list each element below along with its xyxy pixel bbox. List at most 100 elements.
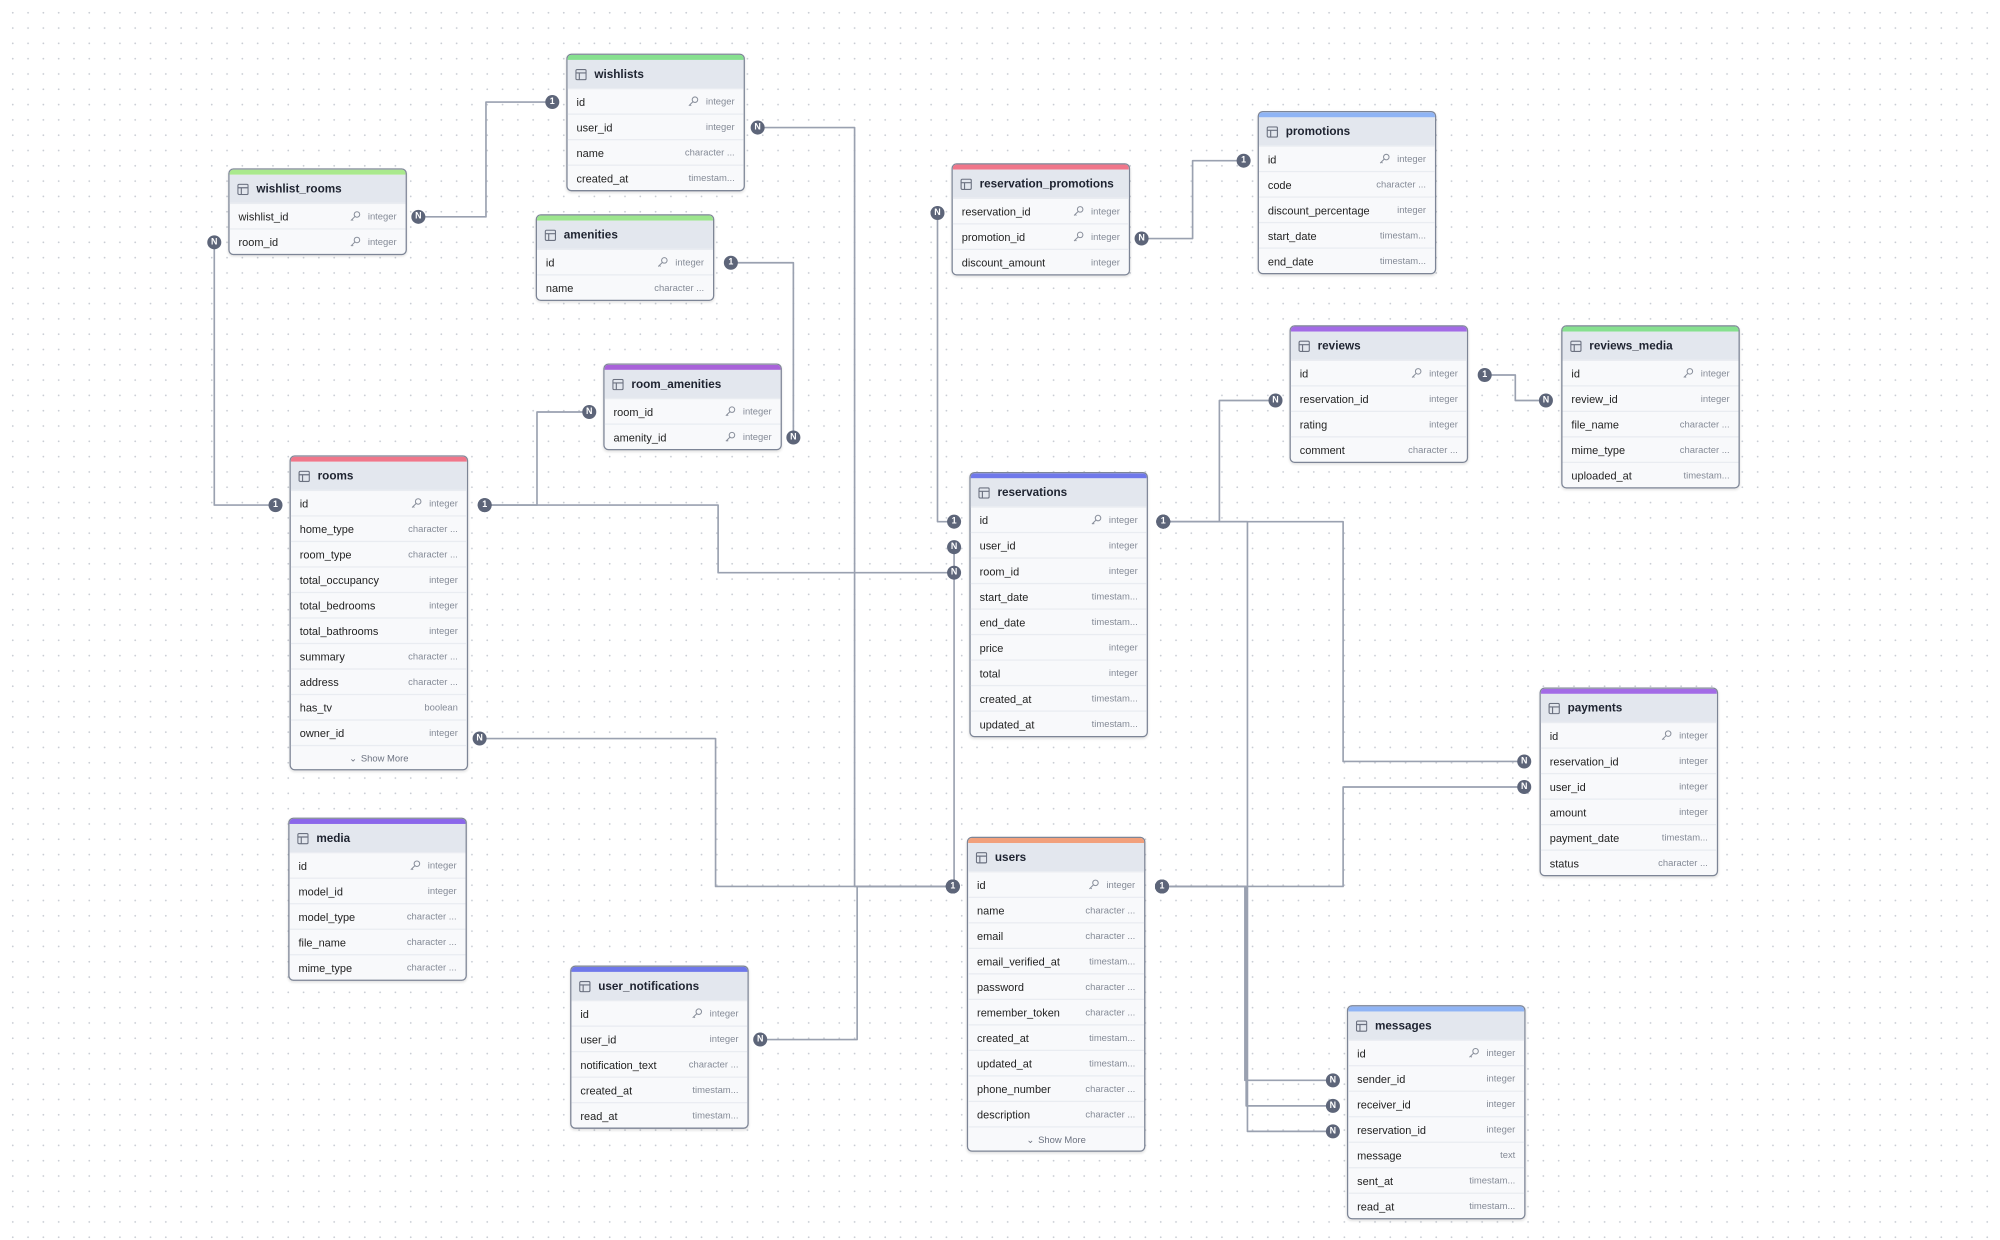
field-row[interactable]: promotion_id integer (952, 223, 1129, 249)
relation-line[interactable] (479, 737, 953, 888)
table-header[interactable]: media (289, 823, 466, 853)
table-header[interactable]: reviews (1290, 331, 1467, 360)
table-header[interactable]: rooms (290, 461, 467, 490)
table-header[interactable]: reservations (970, 478, 1147, 507)
field-row[interactable]: reservation_id integer (952, 197, 1129, 224)
field-row[interactable]: owner_id integer (290, 719, 467, 745)
table-header[interactable]: reviews_media (1562, 331, 1739, 360)
field-row[interactable]: user_id integer (571, 1025, 748, 1052)
table-reservations[interactable]: reservations id integer user_id integer room_… (969, 471, 1148, 738)
relation-line[interactable] (418, 101, 553, 218)
relation-line[interactable] (1163, 399, 1276, 523)
field-row[interactable]: id integer (571, 999, 748, 1026)
table-header[interactable]: reservation_promotions (952, 169, 1129, 198)
field-row[interactable]: rating integer (1290, 410, 1467, 437)
table-messages[interactable]: messages id integer sender_id integer receive… (1346, 1005, 1526, 1220)
table-room-amenities[interactable]: room_amenities room_id integer amenity_id in… (603, 363, 782, 451)
field-row[interactable]: start_date timestam... (970, 582, 1147, 609)
field-row[interactable]: id integer (1348, 1039, 1525, 1066)
table-rooms[interactable]: rooms id integer home_type character ... room… (289, 455, 469, 771)
field-row[interactable]: id integer (1562, 359, 1739, 386)
field-row[interactable]: email_verified_at timestam... (968, 947, 1145, 974)
table-payments[interactable]: payments id integer reservation_id integer us… (1539, 687, 1719, 877)
field-row[interactable]: name character ... (968, 896, 1145, 923)
field-row[interactable]: description character ... (968, 1100, 1145, 1127)
field-row[interactable]: id integer (970, 506, 1147, 532)
field-row[interactable]: user_id integer (970, 531, 1147, 558)
field-row[interactable]: code character ... (1258, 170, 1435, 197)
field-row[interactable]: end_date timestam... (1258, 247, 1435, 273)
relation-line[interactable] (757, 126, 953, 888)
field-row[interactable]: read_at timestam... (1348, 1192, 1525, 1219)
field-row[interactable]: id integer (1540, 721, 1717, 748)
field-row[interactable]: payment_date timestam... (1540, 823, 1717, 850)
field-row[interactable]: discount_amount integer (952, 248, 1129, 275)
field-row[interactable]: phone_number character ... (968, 1075, 1145, 1101)
field-row[interactable]: user_id integer (567, 113, 744, 140)
field-row[interactable]: price integer (970, 633, 1147, 660)
field-row[interactable]: room_id integer (970, 557, 1147, 583)
field-row[interactable]: mime_type character ... (289, 954, 466, 980)
field-row[interactable]: name character ... (536, 274, 714, 300)
field-row[interactable]: reservation_id integer (1348, 1116, 1525, 1142)
table-media[interactable]: media id integer model_id integer model_type c… (288, 817, 467, 981)
table-amenities[interactable]: amenities id integer name character ... (535, 214, 715, 302)
field-row[interactable]: remember_token character ... (968, 998, 1145, 1025)
table-users[interactable]: users id integer name character ... email char… (966, 836, 1146, 1152)
field-row[interactable]: file_name character ... (1562, 410, 1739, 437)
field-row[interactable]: created_at timestam... (571, 1076, 748, 1103)
field-row[interactable]: updated_at timestam... (970, 710, 1147, 736)
field-row[interactable]: mime_type character ... (1562, 436, 1739, 462)
field-row[interactable]: home_type character ... (290, 515, 467, 541)
field-row[interactable]: total_occupancy integer (290, 566, 467, 592)
field-row[interactable]: read_at timestam... (571, 1102, 748, 1128)
field-row[interactable]: room_type character ... (290, 540, 467, 567)
field-row[interactable]: end_date timestam... (970, 608, 1147, 634)
table-wishlist-rooms[interactable]: wishlist_rooms wishlist_id integer room_id i… (228, 168, 407, 256)
relation-line[interactable] (1484, 374, 1546, 402)
relation-line[interactable] (1161, 786, 1525, 888)
table-header[interactable]: wishlists (567, 59, 744, 89)
field-row[interactable]: total_bathrooms integer (290, 617, 467, 643)
field-row[interactable]: sender_id integer (1348, 1065, 1525, 1091)
field-row[interactable]: created_at timestam... (970, 684, 1147, 711)
field-row[interactable]: wishlist_id integer (229, 202, 406, 229)
field-row[interactable]: uploaded_at timestam... (1562, 461, 1739, 488)
relation-line[interactable] (1163, 520, 1333, 1133)
field-row[interactable]: comment character ... (1290, 436, 1467, 462)
field-row[interactable]: reservation_id integer (1290, 385, 1467, 411)
field-row[interactable]: id integer (968, 871, 1145, 897)
table-wishlists[interactable]: wishlists id integer user_id integer name char… (566, 53, 745, 192)
field-row[interactable]: total_bedrooms integer (290, 591, 467, 618)
field-row[interactable]: id integer (290, 489, 467, 516)
field-row[interactable]: created_at timestam... (968, 1024, 1145, 1050)
table-header[interactable]: room_amenities (604, 369, 781, 398)
field-row[interactable]: updated_at timestam... (968, 1049, 1145, 1076)
table-header[interactable]: amenities (536, 220, 714, 249)
field-row[interactable]: discount_percentage integer (1258, 196, 1435, 222)
field-row[interactable]: password character ... (968, 973, 1145, 999)
field-row[interactable]: model_id integer (289, 877, 466, 904)
table-header[interactable]: users (968, 843, 1145, 872)
table-reviews[interactable]: reviews id integer reservation_id integer rat… (1289, 325, 1469, 464)
table-reviews-media[interactable]: reviews_media id integer review_id integer fi… (1561, 325, 1740, 489)
table-header[interactable]: user_notifications (571, 971, 748, 1000)
field-row[interactable]: message text (1348, 1141, 1525, 1168)
field-row[interactable]: start_date timestam... (1258, 221, 1435, 248)
table-header[interactable]: promotions (1258, 117, 1435, 146)
field-row[interactable]: sent_at timestam... (1348, 1167, 1525, 1193)
field-row[interactable]: id integer (1290, 359, 1467, 386)
field-row[interactable]: notification_text character ... (571, 1051, 748, 1077)
field-row[interactable]: has_tv boolean (290, 693, 467, 720)
relation-line[interactable] (1141, 159, 1244, 240)
field-row[interactable]: amount integer (1540, 798, 1717, 824)
field-row[interactable]: file_name character ... (289, 928, 466, 955)
field-row[interactable]: name character ... (567, 139, 744, 165)
field-row[interactable]: model_type character ... (289, 903, 466, 929)
table-header[interactable]: payments (1540, 693, 1717, 722)
relation-line[interactable] (760, 885, 953, 1041)
relation-line[interactable] (213, 242, 276, 506)
field-row[interactable]: total integer (970, 659, 1147, 685)
table-reservation-promotions[interactable]: reservation_promotions reservation_id inte… (951, 163, 1131, 276)
field-row[interactable]: reservation_id integer (1540, 747, 1717, 773)
